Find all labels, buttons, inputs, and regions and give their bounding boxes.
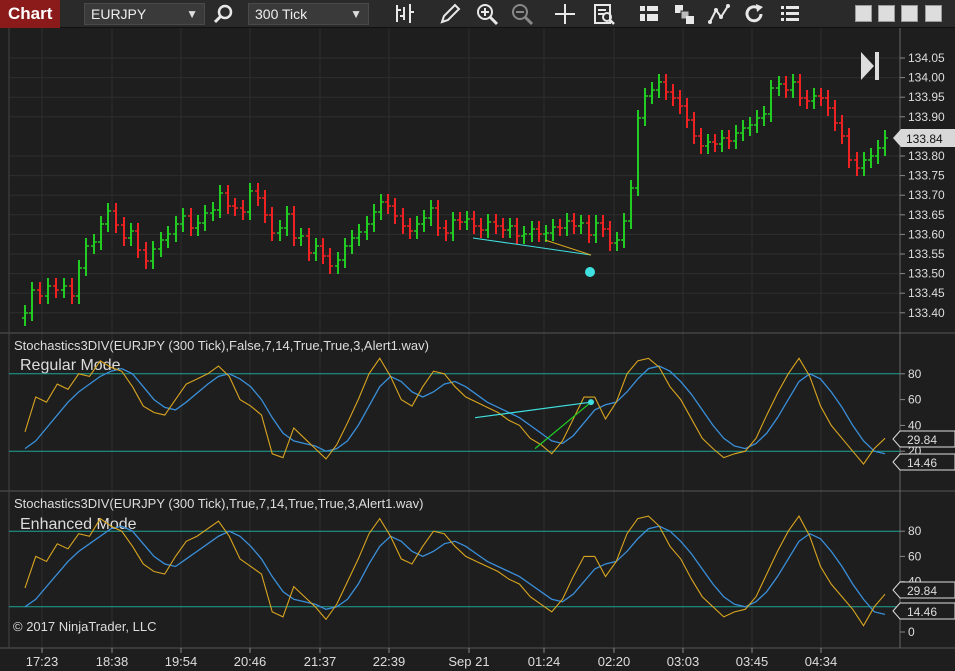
crosshair-icon[interactable]	[553, 2, 577, 26]
interval-value: 300 Tick	[255, 6, 308, 22]
indicators-icon[interactable]	[637, 2, 661, 26]
stoch-tick-label: 60	[908, 393, 922, 407]
stoch-enhanced-title: Stochastics3DIV(EURJPY (300 Tick),True,7…	[14, 496, 423, 511]
stoch-enhanced-d-value: 29.84	[892, 581, 955, 599]
time-tick-label: 19:54	[165, 654, 198, 669]
maximize-button[interactable]	[901, 5, 918, 22]
time-tick-label: 03:45	[736, 654, 769, 669]
svg-text:29.84: 29.84	[907, 433, 937, 447]
svg-text:29.84: 29.84	[907, 584, 937, 598]
price-tick-label: 133.45	[908, 286, 945, 300]
time-tick-label: 04:34	[805, 654, 838, 669]
price-tick-label: 133.40	[908, 306, 945, 320]
price-tick-label: 133.65	[908, 208, 945, 222]
price-tick-label: 133.90	[908, 110, 945, 124]
stoch-regular-mode-label: Regular Mode	[20, 357, 121, 374]
svg-text:14.46: 14.46	[907, 456, 937, 470]
strategies-icon[interactable]	[672, 2, 696, 26]
copyright-text: © 2017 NinjaTrader, LLC	[13, 619, 157, 634]
drawing-tools-icon[interactable]	[707, 2, 731, 26]
price-tick-label: 133.70	[908, 188, 945, 202]
chevron-down-icon: ▼	[186, 7, 198, 21]
price-tick-label: 133.95	[908, 90, 945, 104]
svg-text:133.84: 133.84	[906, 132, 943, 146]
minimize-button[interactable]	[855, 5, 872, 22]
search-icon[interactable]	[212, 2, 236, 26]
time-tick-label: 02:20	[598, 654, 631, 669]
chart-toolbar: Chart EURJPY ▼ 300 Tick ▼	[0, 0, 955, 28]
stoch-tick-label: 60	[908, 549, 922, 563]
time-tick-label: 01:24	[528, 654, 561, 669]
price-tick-label: 134.00	[908, 71, 945, 85]
price-tick-label: 133.55	[908, 247, 945, 261]
stoch-tick-label: 0	[908, 625, 915, 639]
price-tick-label: 133.80	[908, 149, 945, 163]
divergence-dot	[585, 267, 595, 277]
stoch-divergence-dot	[588, 399, 594, 406]
stoch-regular-k-value: 14.46	[892, 453, 955, 471]
zoom-out-icon[interactable]	[510, 2, 534, 26]
bar-type-icon[interactable]	[392, 2, 416, 26]
reload-icon[interactable]	[742, 2, 766, 26]
restore-button[interactable]	[878, 5, 895, 22]
chart-tab[interactable]: Chart	[0, 0, 60, 28]
instrument-value: EURJPY	[91, 6, 147, 22]
close-button[interactable]	[925, 5, 942, 22]
stoch-regular-d-value: 29.84	[892, 430, 955, 448]
price-tick-label: 133.75	[908, 169, 945, 183]
properties-icon[interactable]	[778, 2, 802, 26]
pencil-icon[interactable]	[438, 2, 462, 26]
chart-area[interactable]: 134.05 134.00 133.95 133.90 133.80 133.75 133.…	[0, 28, 955, 671]
time-tick-label: 18:38	[96, 654, 129, 669]
time-tick-label: 22:39	[373, 654, 406, 669]
stoch-tick-label: 80	[908, 524, 922, 538]
price-tick-label: 133.50	[908, 267, 945, 281]
svg-text:14.46: 14.46	[907, 605, 937, 619]
price-tick-label: 134.05	[908, 51, 945, 65]
time-tick-label: 20:46	[234, 654, 267, 669]
price-tick-label: 133.60	[908, 227, 945, 241]
time-tick-label: 17:23	[26, 654, 59, 669]
time-tick-label: 03:03	[667, 654, 700, 669]
instrument-selector[interactable]: EURJPY ▼	[84, 3, 205, 25]
interval-selector[interactable]: 300 Tick ▼	[248, 3, 369, 25]
last-price-marker: 133.84	[893, 129, 955, 147]
stoch-enhanced-k-value: 14.46	[892, 602, 955, 620]
time-tick-label: 21:37	[304, 654, 337, 669]
zoom-in-icon[interactable]	[475, 2, 499, 26]
stoch-tick-label: 80	[908, 367, 922, 381]
time-tick-label: Sep 21	[448, 654, 489, 669]
stoch-regular-title: Stochastics3DIV(EURJPY (300 Tick),False,…	[14, 338, 429, 353]
chevron-down-icon: ▼	[350, 7, 362, 21]
data-box-icon[interactable]	[592, 2, 616, 26]
stoch-tick-label: 40	[908, 418, 922, 432]
